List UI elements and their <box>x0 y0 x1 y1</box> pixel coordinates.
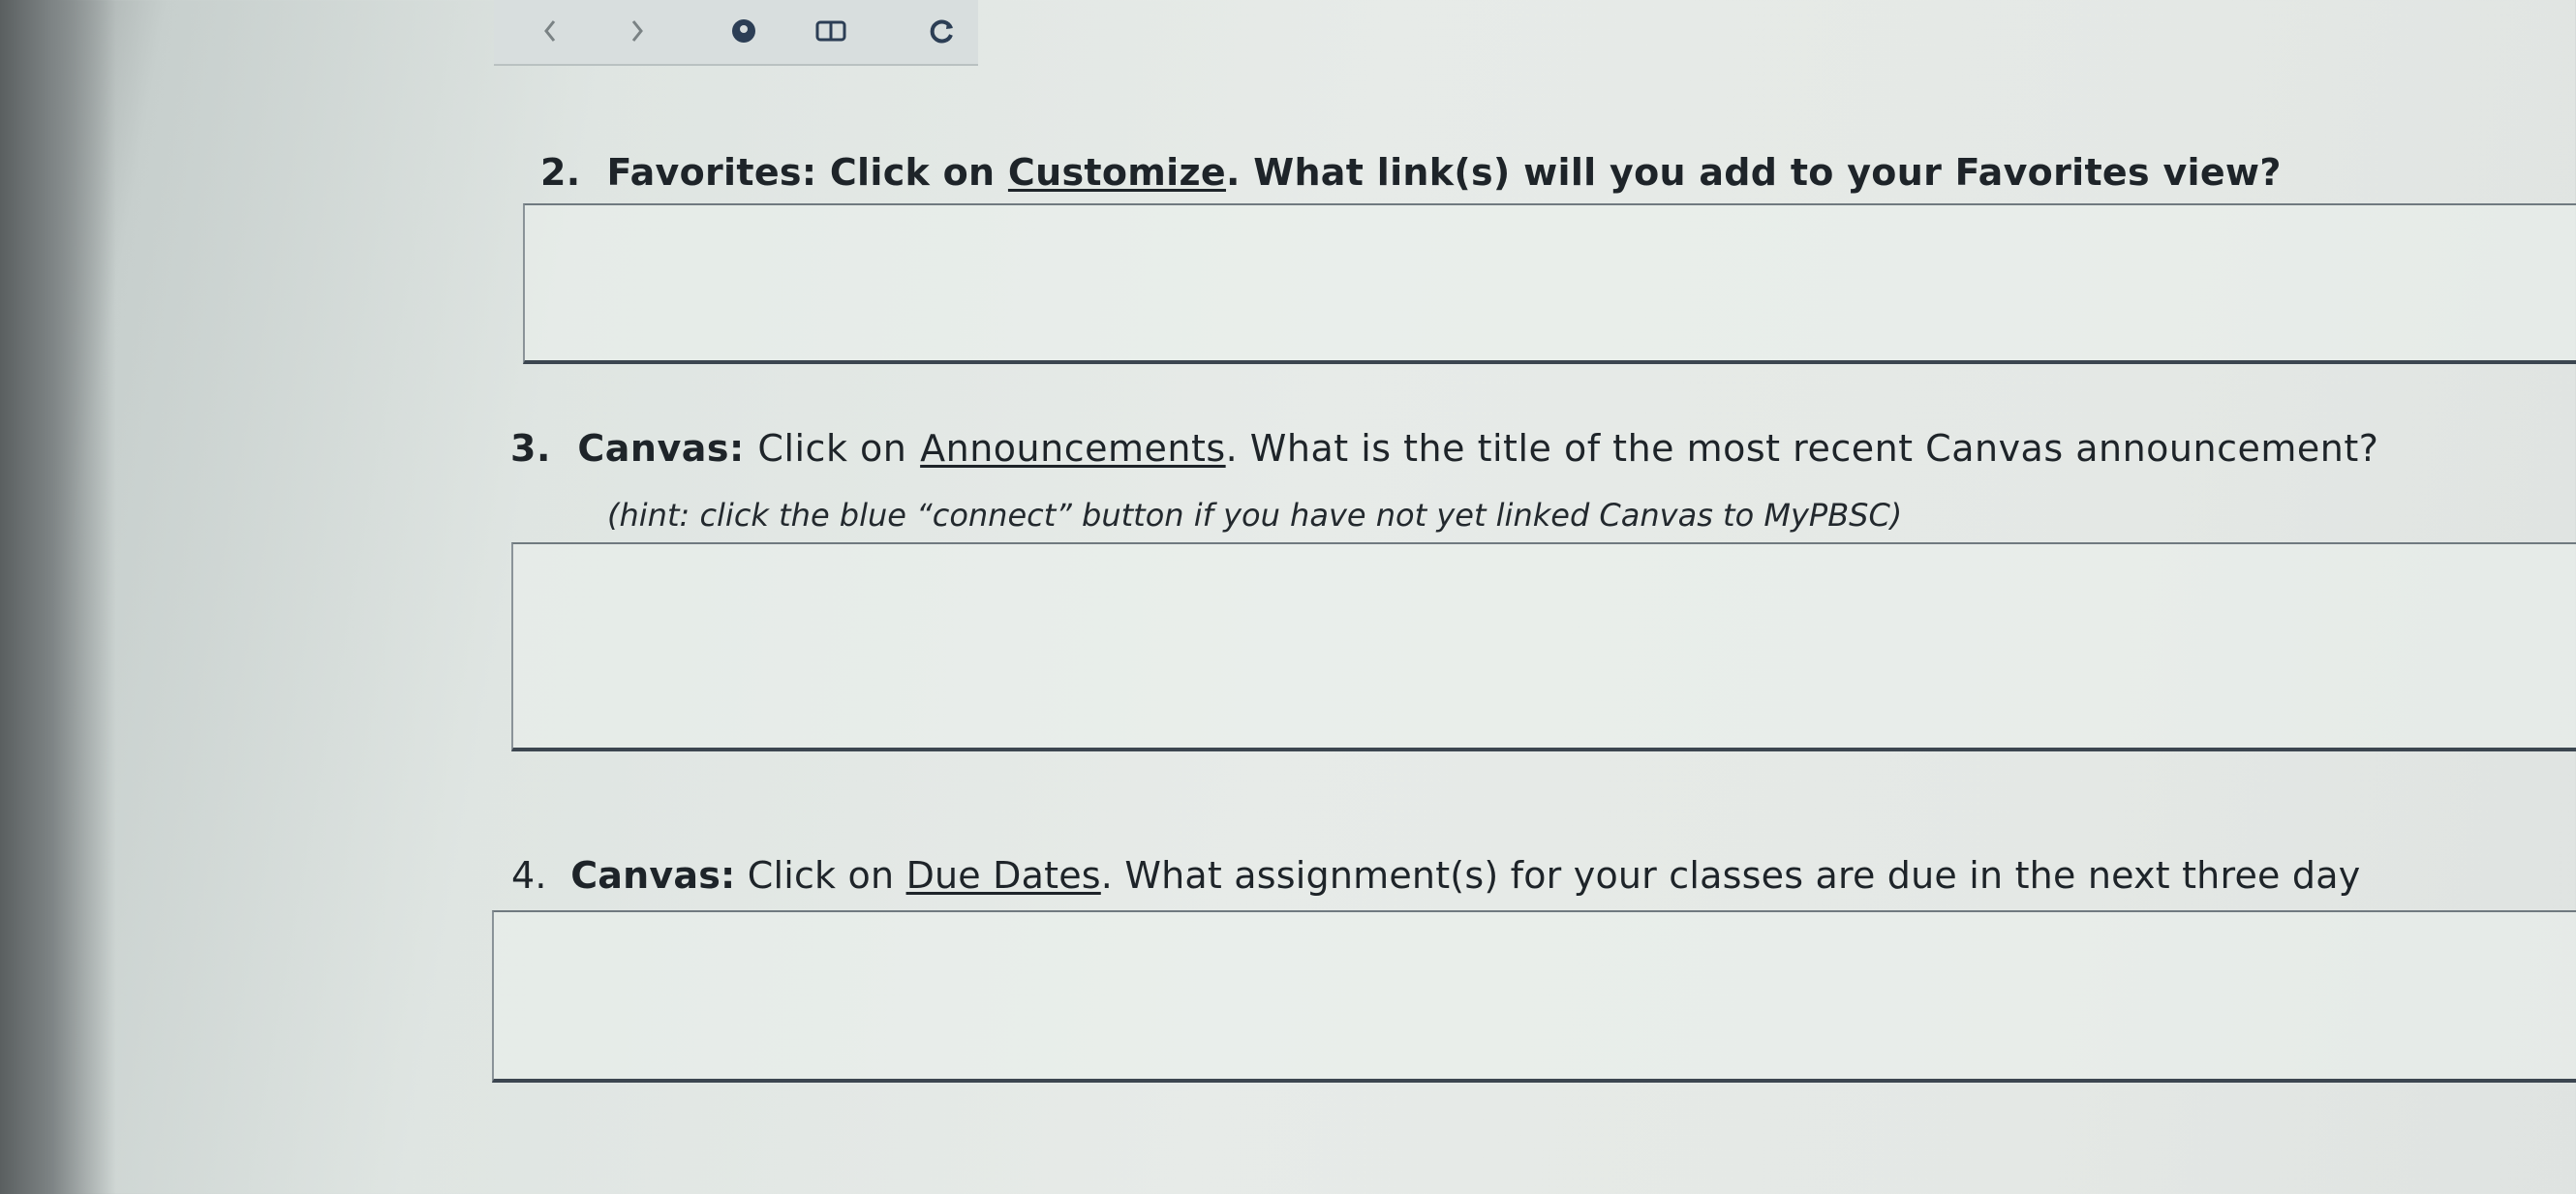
question-text: . What assignment(s) for your classes ar… <box>1100 854 2361 897</box>
question-4: 4. Canvas: Click on Due Dates. What assi… <box>511 854 2360 897</box>
answer-box-q2[interactable] <box>523 203 2576 364</box>
question-lead: Favorites: <box>606 151 817 194</box>
question-number: 2. <box>540 151 581 194</box>
question-number: 3. <box>510 427 551 470</box>
account-circle-icon[interactable] <box>726 14 761 48</box>
answer-box-q4[interactable] <box>492 910 2576 1083</box>
due-dates-link: Due Dates <box>905 854 1101 897</box>
question-lead: Canvas: <box>570 854 736 897</box>
monitor-edge-shadow <box>0 0 116 1194</box>
answer-box-q3[interactable] <box>511 542 2576 751</box>
customize-link: Customize <box>1007 151 1226 194</box>
question-number: 4. <box>511 854 547 897</box>
question-3-hint: (hint: click the blue “connect” button i… <box>607 497 1903 534</box>
question-pre: Click on <box>829 151 996 194</box>
question-2: 2. Favorites: Click on Customize. What l… <box>540 151 2282 194</box>
window-icon[interactable] <box>813 14 848 48</box>
question-lead: Canvas: <box>577 427 745 470</box>
refresh-icon[interactable] <box>925 14 960 48</box>
announcements-link: Announcements <box>920 427 1226 470</box>
question-text: . What link(s) will you add to your Favo… <box>1225 151 2282 194</box>
question-3: 3. Canvas: Click on Announcements. What … <box>510 427 2378 470</box>
question-pre: Click on <box>757 427 907 470</box>
question-text: . What is the title of the most recent C… <box>1225 427 2379 470</box>
question-pre: Click on <box>747 854 895 897</box>
back-arrow-icon[interactable] <box>533 14 567 48</box>
toolbar <box>494 0 978 66</box>
forward-arrow-icon[interactable] <box>620 14 655 48</box>
